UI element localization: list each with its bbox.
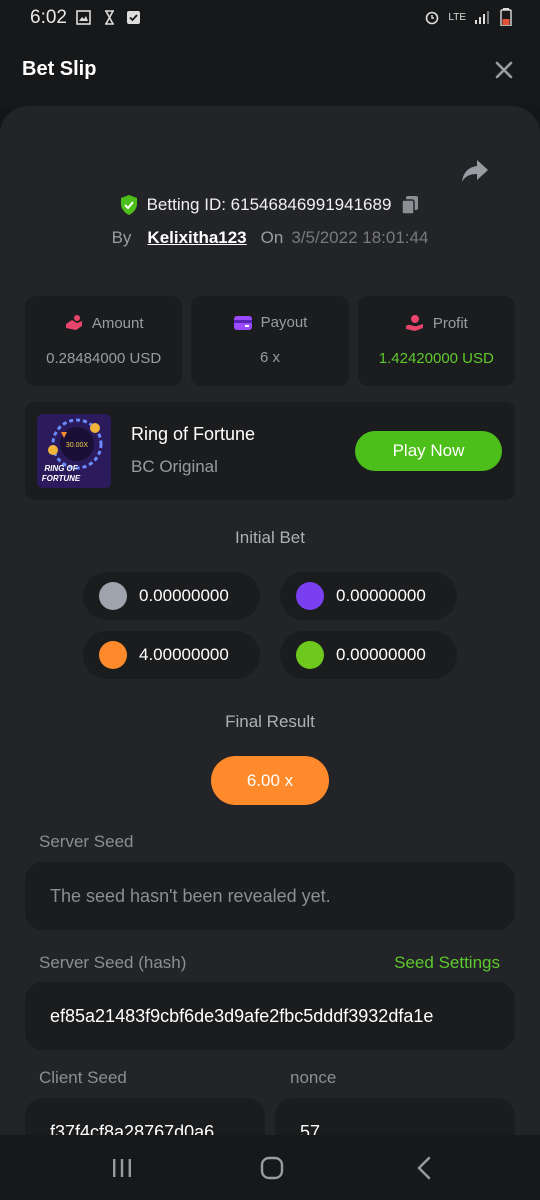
bet-pill-green: 0.00000000 (280, 631, 457, 679)
payout-value: 6 x (259, 349, 280, 366)
amount-card: Amount 0.28484000 USD (25, 296, 183, 386)
ring-of-fortune-logo: 30.00X RING OF FORTUNE (37, 414, 111, 488)
system-nav-bar (0, 1135, 540, 1200)
bet-value: 0.00000000 (336, 645, 426, 664)
betting-id-row: Betting ID: 61546846991941689 (0, 194, 540, 216)
play-now-button[interactable]: Play Now (355, 431, 502, 471)
battery-icon (500, 8, 512, 26)
thumb-badge: 30.00X (66, 442, 89, 449)
nonce-field[interactable]: 57 (275, 1098, 515, 1136)
bet-value: 4.00000000 (139, 645, 229, 664)
profit-card: Profit 1.42420000 USD (357, 296, 515, 386)
back-icon[interactable] (414, 1156, 434, 1180)
bet-pill-grey: 0.00000000 (83, 572, 260, 620)
hourglass-icon (105, 10, 114, 25)
server-seed-label: Server Seed (39, 832, 134, 851)
amount-icon (65, 315, 82, 330)
bet-date: 3/5/2022 18:01:44 (291, 228, 429, 247)
status-bar: 6:02 LTE (0, 0, 540, 34)
shield-check-icon (120, 195, 137, 215)
bet-pill-orange: 4.00000000 (83, 631, 260, 679)
green-dot-icon (296, 641, 324, 669)
game-thumbnail: 30.00X RING OF FORTUNE (37, 414, 111, 488)
bet-slip-sheet: Betting ID: 61546846991941689 By Kelixit… (0, 106, 540, 1136)
grey-dot-icon (99, 582, 127, 610)
bet-meta-row: By Kelixitha123 On 3/5/2022 18:01:44 (0, 228, 540, 248)
header: Bet Slip (0, 34, 540, 106)
game-subtitle: BC Original (131, 457, 218, 476)
bet-value: 0.00000000 (139, 586, 229, 605)
wallet-icon (233, 315, 252, 330)
client-seed-label: Client Seed (39, 1068, 127, 1087)
orange-dot-icon (99, 641, 127, 669)
server-seed-hash-field[interactable]: ef85a21483f9cbf6de3d9afe2fbc5dddf3932dfa… (25, 982, 515, 1050)
network-label: LTE (448, 11, 466, 23)
copy-icon[interactable] (399, 194, 421, 216)
share-icon[interactable] (460, 158, 490, 184)
initial-bet-title: Initial Bet (235, 528, 305, 547)
profit-label: Profit (432, 314, 468, 332)
bet-stats: Amount 0.28484000 USD Payout 6 x Profit … (25, 296, 515, 386)
bet-pill-purple: 0.00000000 (280, 572, 457, 620)
amount-value: 0.28484000 USD (46, 350, 162, 367)
client-seed-field[interactable]: f37f4cf8a28767d0a6 (25, 1098, 265, 1136)
server-seed-hash-label: Server Seed (hash) (39, 953, 187, 972)
on-label: On (260, 228, 284, 247)
final-result-badge: 6.00 x (211, 756, 329, 805)
game-card: 30.00X RING OF FORTUNE Ring of Fortune B… (25, 402, 515, 500)
gallery-icon (76, 10, 91, 25)
username-link[interactable]: Kelixitha123 (147, 228, 246, 248)
nonce-label: nonce (290, 1068, 337, 1087)
amount-label: Amount (91, 314, 144, 332)
close-icon[interactable] (492, 58, 516, 82)
final-result-title: Final Result (225, 712, 315, 731)
server-seed-field[interactable]: The seed hasn't been revealed yet. (25, 862, 515, 930)
recent-apps-icon[interactable] (110, 1157, 134, 1179)
svg-text:RING OF: RING OF (44, 464, 78, 473)
checkbox-icon (127, 11, 140, 24)
alarm-icon (426, 11, 439, 25)
profit-icon (405, 315, 423, 331)
payout-label: Payout (260, 314, 308, 331)
home-icon[interactable] (259, 1155, 285, 1181)
svg-text:FORTUNE: FORTUNE (42, 474, 81, 483)
payout-card: Payout 6 x (191, 296, 349, 386)
game-name: Ring of Fortune (131, 424, 256, 444)
signal-icon (475, 11, 489, 24)
bet-value: 0.00000000 (336, 586, 426, 605)
page-title: Bet Slip (22, 58, 97, 80)
seed-settings-link[interactable]: Seed Settings (394, 953, 500, 973)
by-label: By (111, 228, 132, 247)
status-time: 6:02 (30, 7, 67, 28)
betting-id: Betting ID: 61546846991941689 (146, 195, 392, 214)
purple-dot-icon (296, 582, 324, 610)
profit-value: 1.42420000 USD (378, 350, 494, 367)
status-right: LTE (424, 8, 512, 26)
